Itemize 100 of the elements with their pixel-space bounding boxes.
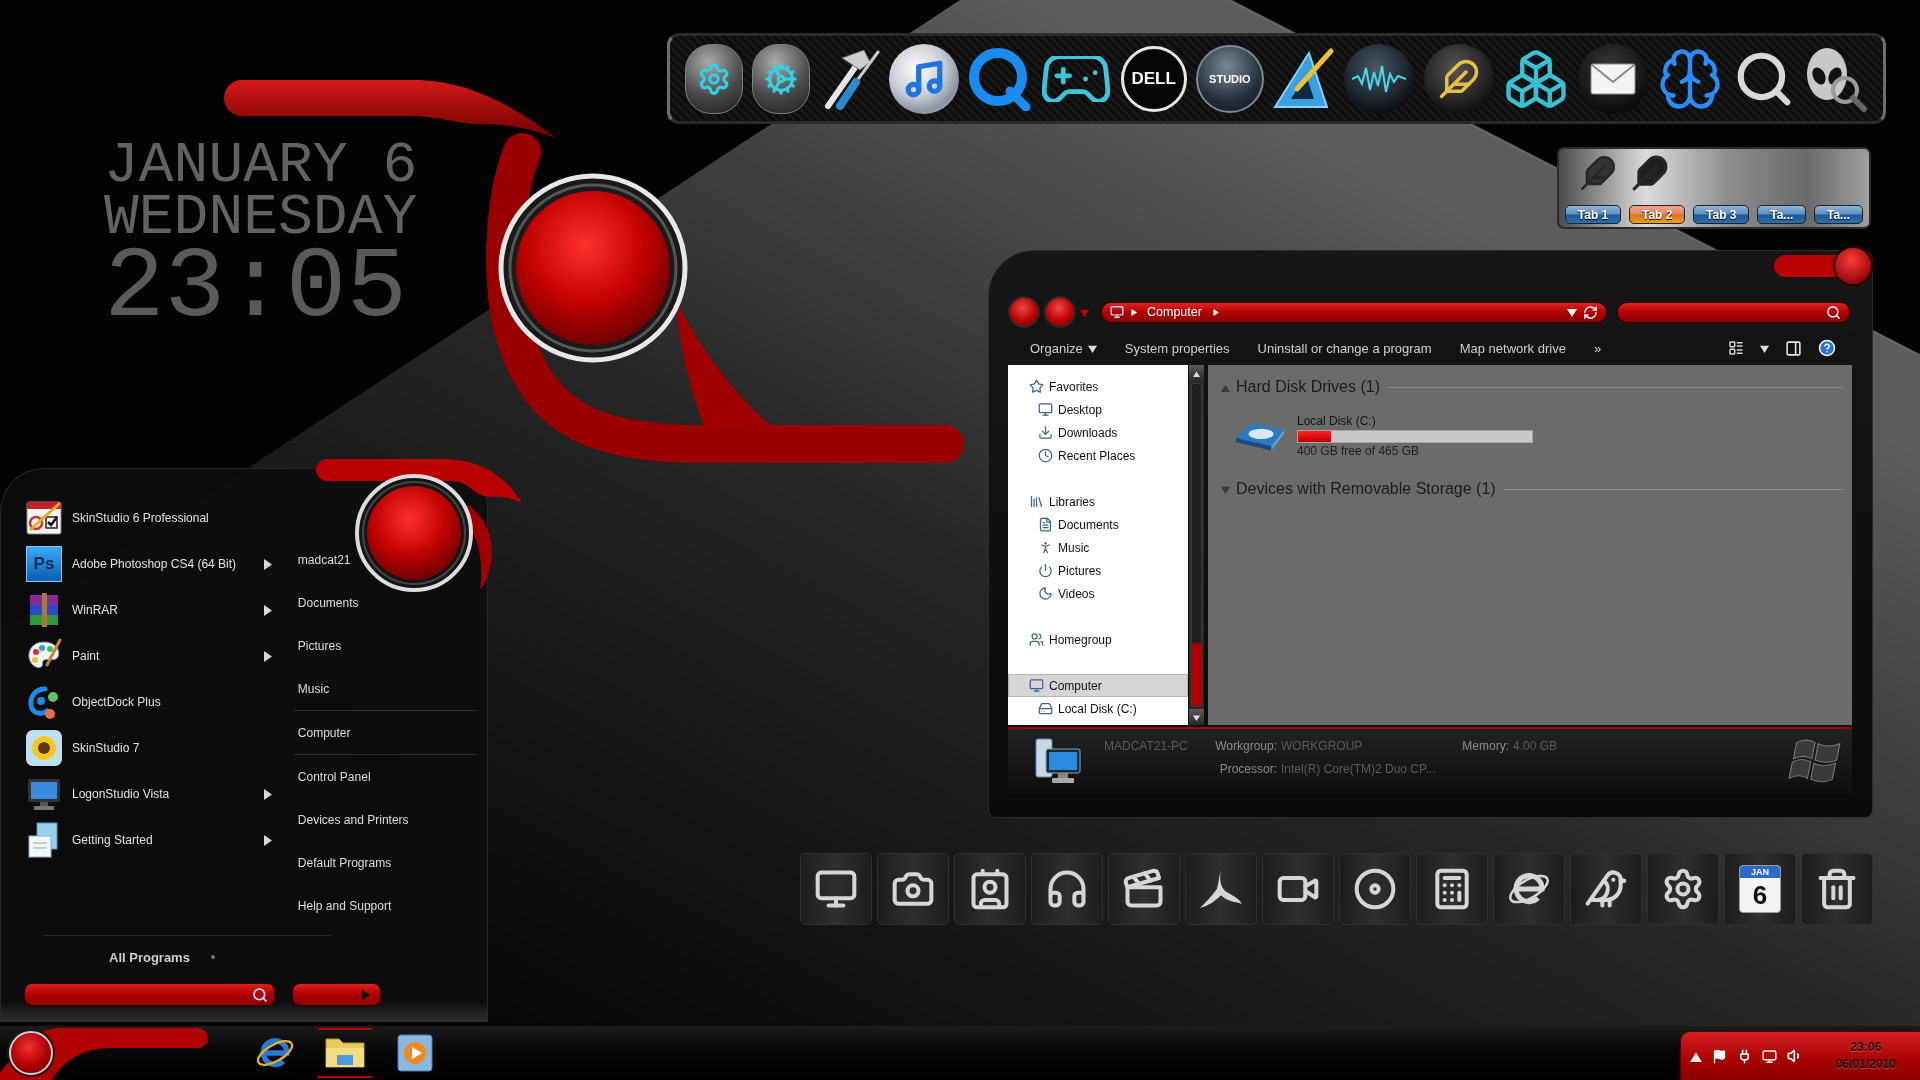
orb-button[interactable] [1774,245,1874,287]
disc-icon [1353,867,1397,911]
sunflower-icon [25,729,63,767]
taskbar-button[interactable] [318,1028,372,1078]
gamepad-icon[interactable] [1041,55,1112,102]
feather-sphere-icon[interactable] [1423,43,1494,114]
all-programs-button[interactable]: All Programs [109,949,190,965]
toolbar-button[interactable]: Organize [1016,335,1111,361]
address-bar[interactable]: Computer [1101,301,1607,323]
nav-item[interactable]: Recent Places [1008,444,1188,467]
music-disc-icon[interactable] [888,43,959,114]
dock-button[interactable] [877,853,949,925]
forward-button[interactable] [1044,296,1076,328]
search-icon [252,986,268,1003]
start-menu-link[interactable]: Pictures [297,624,342,667]
caret-up-icon[interactable] [1690,1050,1702,1062]
start-menu-link[interactable]: madcat21 [297,538,351,581]
preview-pane-icon[interactable] [1785,339,1802,357]
breadcrumb[interactable]: Computer [1143,305,1206,319]
nav-item[interactable]: Music [1008,536,1188,559]
more-button[interactable]: » [1579,335,1616,361]
scrollbar-thumb[interactable] [1191,383,1202,707]
nav-item[interactable]: Downloads [1008,421,1188,444]
tab[interactable]: Tab 3 [1693,205,1750,224]
help-icon[interactable] [1818,339,1836,357]
program-item[interactable]: Paint [25,633,272,679]
dock-button[interactable] [1262,853,1334,925]
alien-head-icon[interactable] [1804,45,1868,112]
nav-item[interactable]: Documents [1008,513,1188,536]
gear-capsule-icon[interactable] [685,43,743,114]
nav-item[interactable]: Computer [1008,674,1188,697]
flag-icon[interactable] [1712,1048,1727,1064]
folder-icon [325,1035,365,1071]
program-item[interactable]: ObjectDock Plus [25,679,272,725]
start-menu-link[interactable]: Devices and Printers [297,798,409,841]
dock-button[interactable] [1339,853,1411,925]
dock-button[interactable] [954,853,1026,925]
dock-button[interactable] [1493,853,1565,925]
start-menu-link[interactable]: Help and Support [297,884,392,927]
search-field[interactable] [24,983,275,1006]
set-square-icon[interactable] [1273,46,1336,111]
dock-button[interactable]: JAN 6 [1724,853,1796,925]
nav-item[interactable]: Videos [1008,582,1188,605]
waveform-sphere-icon[interactable] [1344,43,1415,114]
program-item[interactable]: Ps Adobe Photoshop CS4 (64 Bit) [25,541,272,587]
view-list-icon[interactable] [1728,340,1744,356]
shutdown-button[interactable] [292,983,381,1006]
clapperboard-icon [1122,867,1166,911]
start-button[interactable] [9,1031,53,1075]
tab[interactable]: Ta... [1814,205,1863,224]
nav-item[interactable]: Pictures [1008,559,1188,582]
checklist-window-icon [25,499,63,537]
program-item[interactable]: WinRAR [25,587,272,633]
dock-button[interactable] [1570,853,1642,925]
dock-button[interactable] [1031,853,1103,925]
nav-item[interactable]: Favorites [1008,375,1188,398]
start-menu-link[interactable]: Default Programs [297,841,392,884]
back-button[interactable] [1008,296,1040,328]
program-item[interactable]: Getting Started [25,817,272,863]
ring-icon[interactable] [968,46,1033,111]
logo-sphere[interactable]: STUDIO [1195,44,1264,113]
tab[interactable]: Ta... [1757,205,1807,224]
dock-button[interactable] [1647,853,1719,925]
caret-down-icon[interactable] [1760,343,1769,353]
dock-button[interactable] [1108,853,1180,925]
network-icon[interactable] [1762,1048,1777,1064]
nav-item[interactable]: Homegroup [1008,628,1188,651]
nav-item[interactable]: Local Disk (C:) [1008,697,1188,720]
refresh-icon[interactable] [1583,304,1598,320]
toolbar-button[interactable]: Map network drive [1445,335,1580,361]
dock-button[interactable] [1416,853,1488,925]
program-item[interactable]: SkinStudio 6 Professional [25,495,272,541]
scroll-down-button[interactable] [1189,709,1204,725]
dock-button[interactable] [1185,853,1257,925]
search-field[interactable] [1617,301,1850,323]
logo-disc[interactable]: DELL [1120,45,1187,112]
start-menu-link[interactable]: Music [297,667,330,710]
document-icon [1038,517,1053,532]
nav-item[interactable]: Desktop [1008,398,1188,421]
plug-icon[interactable] [1737,1048,1752,1064]
envelope-icon[interactable] [1578,43,1649,114]
toolbar-button[interactable]: System properties [1110,335,1244,361]
nav-item[interactable]: Libraries [1008,490,1188,513]
cog-capsule-icon[interactable] [752,43,811,114]
program-item[interactable]: SkinStudio 7 [25,725,272,771]
free-space-label: 400 GB free of 465 GB [1297,444,1420,459]
chevron-icon [1211,308,1219,316]
tab[interactable]: Tab 1 [1565,205,1622,224]
dock-button[interactable] [800,853,872,925]
dock-button[interactable] [1801,853,1873,925]
scroll-up-button[interactable] [1189,365,1204,381]
chevron-icon [1130,308,1137,316]
field-label: Workgroup: [1215,739,1277,753]
program-item[interactable]: LogonStudio Vista [25,771,272,817]
start-menu-link[interactable]: Control Panel [297,755,371,798]
toolbar-button[interactable]: Uninstall or change a program [1243,335,1446,361]
start-menu-link[interactable]: Documents [297,581,359,624]
play-tile-icon [397,1034,433,1072]
start-menu-link[interactable]: Computer [297,711,351,754]
caret-down-icon[interactable] [1567,307,1577,317]
